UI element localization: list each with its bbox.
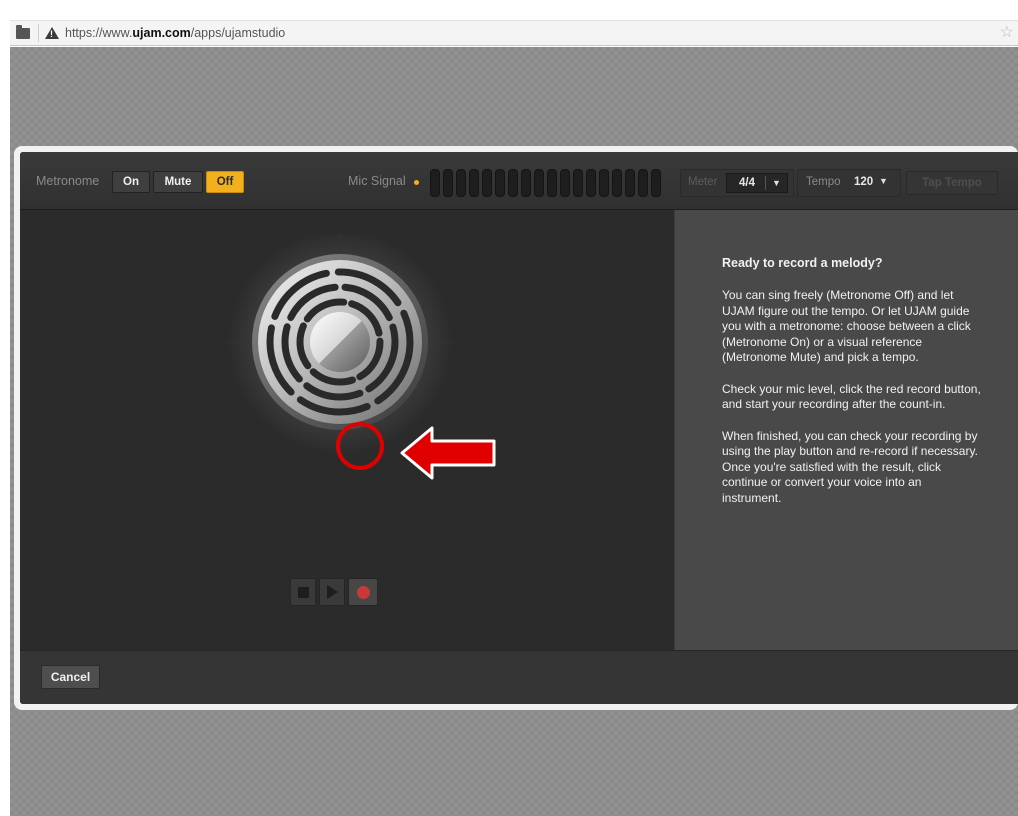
instructions-paragraph: Check your mic level, click the red reco… [722,381,981,412]
mic-level-bar [586,169,596,197]
mic-level-bar [560,169,570,197]
mic-level-bar [599,169,609,197]
mic-level-bar [508,169,518,197]
record-dialog: Metronome On Mute Off Mic Signal Meter 4… [14,146,1018,710]
mic-signal-label: Mic Signal [348,174,406,188]
tap-tempo-button[interactable]: Tap Tempo [906,171,998,195]
instructions-paragraph: You can sing freely (Metronome Off) and … [722,288,971,364]
pointer-arrow-icon [400,426,496,480]
instructions-paragraph: When finished, you can check your record… [722,428,978,505]
tempo-label: Tempo [806,176,841,188]
instructions-panel: Ready to record a melody? You can sing f… [674,210,1018,650]
record-icon [356,585,370,599]
url-text[interactable]: https://www.ujam.com/apps/ujamstudio [65,26,285,40]
mic-level-bar [651,169,661,197]
dialog-content: Metronome On Mute Off Mic Signal Meter 4… [20,152,1018,704]
url-domain: ujam.com [132,26,191,40]
microphone-icon [228,234,452,454]
mic-level-bar [482,169,492,197]
tempo-select[interactable]: 120 [854,176,873,188]
meter-select-divider [765,176,766,190]
mic-level-bar [625,169,635,197]
address-bar-divider [38,24,39,42]
mic-level-bar [430,169,440,197]
metronome-label: Metronome [36,174,100,188]
url-path: /apps/ujamstudio [190,26,286,40]
play-icon [326,585,338,599]
meter-label: Meter [688,176,718,188]
stop-button[interactable] [290,578,316,606]
transport-controls [290,578,378,606]
folder-icon [16,24,30,39]
mic-level-bar [638,169,648,197]
mic-level-bar [469,169,479,197]
security-warning-icon[interactable]: ! [45,27,59,39]
mic-signal-indicator [414,180,419,185]
mic-level-bar [534,169,544,197]
mic-level-bar [612,169,622,197]
mic-level-bar [547,169,557,197]
record-highlight-circle [336,422,384,470]
mic-level-bar [521,169,531,197]
mic-level-bar [456,169,466,197]
mic-level-bar [495,169,505,197]
record-button[interactable] [348,578,378,606]
chevron-down-icon: ▼ [772,178,781,188]
mic-level-bar [443,169,453,197]
cancel-button[interactable]: Cancel [41,665,100,689]
metronome-off-button[interactable]: Off [206,171,244,193]
record-toolbar: Metronome On Mute Off Mic Signal Meter 4… [20,152,1018,210]
instructions-title: Ready to record a melody? [722,256,883,270]
url-prefix: https://www. [65,26,133,40]
metronome-mute-button[interactable]: Mute [153,171,203,193]
stop-icon [297,586,309,598]
mic-level-bar [573,169,583,197]
metronome-on-button[interactable]: On [112,171,150,193]
mic-level-meter [430,169,676,197]
meter-value: 4/4 [739,177,755,189]
bookmark-star-icon[interactable]: ☆ [1000,24,1014,42]
play-button[interactable] [319,578,345,606]
meter-select[interactable]: 4/4 ▼ [726,173,788,193]
dialog-footer: Cancel [20,650,1018,704]
browser-address-bar[interactable]: ! https://www.ujam.com/apps/ujamstudio ☆ [10,20,1018,46]
chevron-down-icon[interactable]: ▼ [879,176,888,186]
